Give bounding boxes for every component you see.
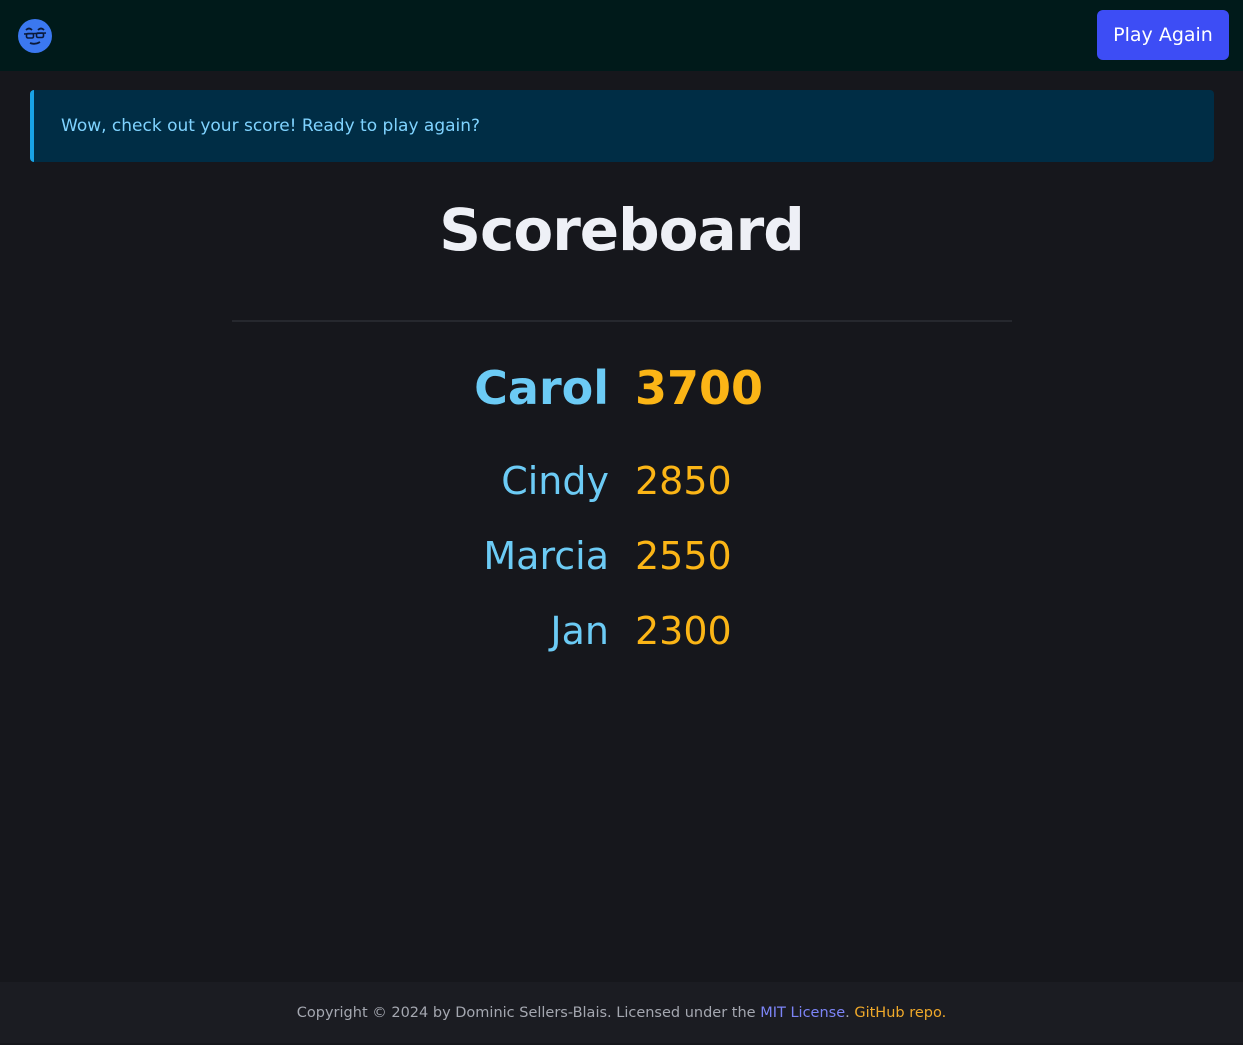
score-alert: Wow, check out your score! Ready to play… [30,90,1214,162]
footer-text: Copyright © 2024 by Dominic Sellers-Blai… [0,982,1243,1045]
mit-license-link[interactable]: MIT License [760,1005,845,1021]
player-score: 2300 [635,609,732,653]
alert-message: Wow, check out your score! Ready to play… [61,116,481,136]
player-name: Jan [550,609,609,653]
player-score: 3700 [635,361,764,415]
player-name: Marcia [483,534,609,578]
top-navbar: Play Again [0,0,1243,71]
player-score: 2550 [635,534,732,578]
face-logo-icon[interactable] [17,18,53,54]
player-score: 2850 [635,459,732,503]
github-repo-link[interactable]: GitHub repo. [854,1005,946,1021]
player-name: Cindy [501,459,609,503]
play-again-button[interactable]: Play Again [1097,10,1229,60]
footer: Copyright © 2024 by Dominic Sellers-Blai… [0,982,1243,1043]
footer-separator: . [845,1005,855,1021]
divider [232,320,1012,322]
player-name: Carol [474,361,609,415]
page-title: Scoreboard [439,196,805,264]
copyright-text: Copyright © 2024 by Dominic Sellers-Blai… [296,1005,761,1021]
